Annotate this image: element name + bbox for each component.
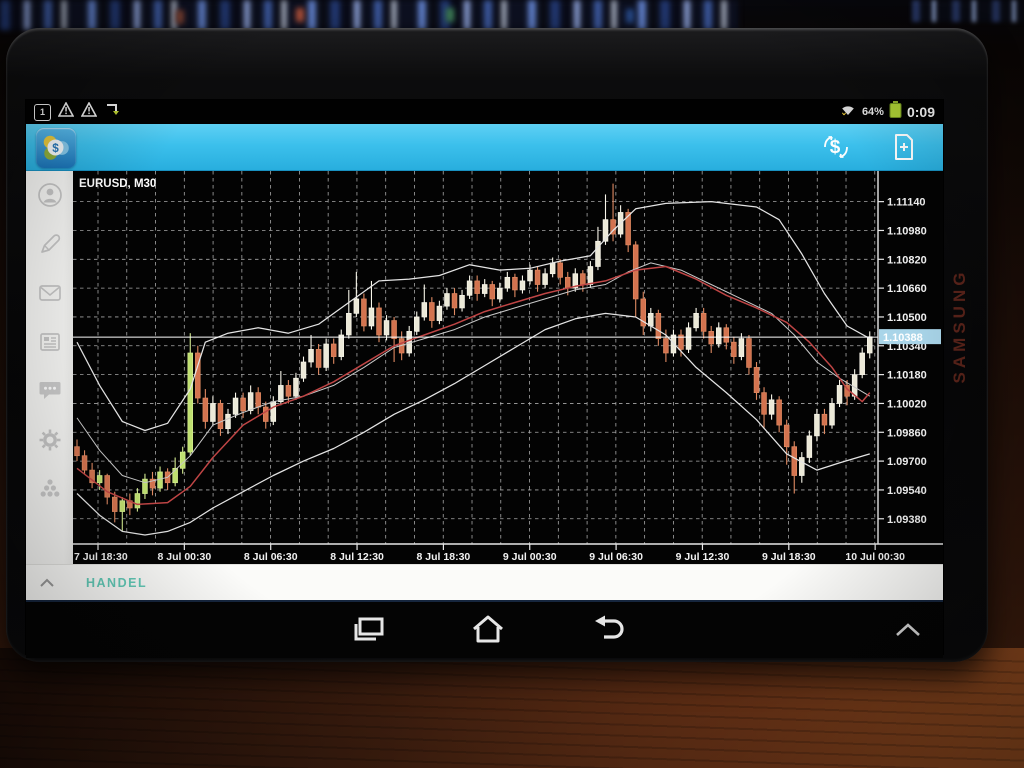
svg-text:9 Jul 12:30: 9 Jul 12:30 [676,551,730,563]
svg-text:$: $ [52,141,59,154]
android-status-bar[interactable]: 1 [26,100,943,124]
forward-arrow-icon [104,102,121,122]
svg-text:8 Jul 18:30: 8 Jul 18:30 [417,551,471,563]
android-nav-bar [26,600,943,658]
svg-text:$: $ [830,137,841,158]
desk-wood-grain [0,658,1024,768]
photo-background: SAMSUNG 1 [0,0,1024,768]
status-clock: 0:09 [907,104,935,120]
battery-percent: 64% [862,106,884,118]
svg-text:10 Jul 00:30: 10 Jul 00:30 [845,551,905,563]
svg-text:1.09860: 1.09860 [887,427,927,439]
community-icon[interactable] [36,475,63,502]
account-icon[interactable] [36,181,63,208]
svg-text:1.10388: 1.10388 [883,332,923,344]
currency-exchange-icon[interactable]: $ [821,132,851,162]
svg-text:1.10020: 1.10020 [887,398,927,410]
candlestick-chart-svg[interactable]: 1.11140 1.10980 1.10820 1.10660 1.10500 1.103… [73,171,943,564]
chat-icon[interactable] [36,377,63,404]
battery-icon [889,101,902,123]
svg-text:8 Jul 12:30: 8 Jul 12:30 [330,551,384,563]
svg-text:9 Jul 18:30: 9 Jul 18:30 [762,551,816,563]
tablet-device: SAMSUNG 1 [6,28,988,662]
svg-text:8 Jul 06:30: 8 Jul 06:30 [244,551,298,563]
price-chart[interactable]: 1.11140 1.10980 1.10820 1.10660 1.10500 1.103… [73,171,943,564]
svg-text:9 Jul 00:30: 9 Jul 00:30 [503,551,557,563]
main-area: 1.11140 1.10980 1.10820 1.10660 1.10500 1.103… [26,171,943,564]
news-icon[interactable] [36,328,63,355]
recent-apps-icon[interactable] [348,612,388,648]
warning-icon [58,102,74,122]
svg-text:1.10980: 1.10980 [887,225,927,237]
background-monitor-2 [912,0,1024,22]
svg-text:7 Jul 18:30: 7 Jul 18:30 [74,551,128,563]
new-order-document-icon[interactable] [889,132,919,162]
app-toolbar: $ $ [26,124,943,171]
pencil-trade-icon[interactable] [36,230,63,257]
svg-text:1.09540: 1.09540 [887,485,927,497]
app-sidebar [26,171,73,564]
chevron-up-icon[interactable] [38,577,56,589]
svg-text:1.09700: 1.09700 [887,456,927,468]
notification-count-icon: 1 [34,104,51,121]
svg-text:1.10180: 1.10180 [887,370,927,382]
chevron-up-icon[interactable] [888,612,928,648]
mail-icon[interactable] [36,279,63,306]
symbol-timeframe-label: EURUSD, M30 [79,178,156,190]
tab-handel[interactable]: HANDEL [86,576,147,590]
svg-text:8 Jul 00:30: 8 Jul 00:30 [157,551,211,563]
current-price-label: 1.10388 [879,329,941,344]
home-icon[interactable] [468,612,508,648]
back-icon[interactable] [588,612,628,648]
warning-icon [81,102,97,122]
svg-text:1.11140: 1.11140 [887,197,926,209]
metatrader-logo[interactable]: $ [36,128,76,168]
tablet-screen: 1 [26,100,943,654]
bottom-panel-bar: HANDEL [26,564,943,600]
wifi-icon [839,102,857,122]
svg-text:1.10820: 1.10820 [887,254,927,266]
svg-text:1.10660: 1.10660 [887,283,927,295]
settings-gear-icon[interactable] [36,426,63,453]
brand-logo: SAMSUNG [950,246,970,406]
svg-text:1.09380: 1.09380 [887,514,927,526]
chart-background [73,171,943,564]
svg-text:1.10500: 1.10500 [887,312,927,324]
svg-text:9 Jul 06:30: 9 Jul 06:30 [589,551,643,563]
background-monitor [0,0,738,30]
